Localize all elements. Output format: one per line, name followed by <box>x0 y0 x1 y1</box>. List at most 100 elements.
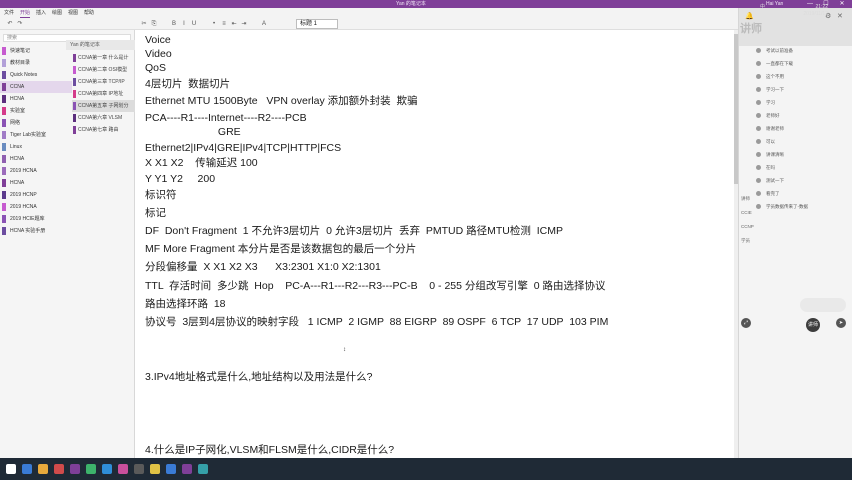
tab-file[interactable]: 文件 <box>4 10 14 17</box>
taskbar-app-icon[interactable] <box>118 464 128 474</box>
avatar[interactable]: 讲师 <box>806 318 820 332</box>
note-line[interactable]: Voice <box>145 34 171 47</box>
notebook-color-icon <box>2 59 6 67</box>
section-item[interactable]: CCNA第二章 OSI模型 <box>72 64 135 76</box>
note-line[interactable]: 4层切片 数据切片 <box>145 78 230 91</box>
bold-button[interactable]: B <box>170 21 178 28</box>
style-select[interactable]: 标题 1 <box>296 19 338 29</box>
notebook-item[interactable]: HCNA 实验手册 <box>0 225 72 237</box>
undo-icon[interactable]: ↶ <box>6 21 14 28</box>
notebook-item[interactable]: 快速笔记 <box>0 45 72 57</box>
taskbar-app-icon[interactable] <box>102 464 112 474</box>
notebook-item[interactable]: Quick Notes <box>0 69 72 81</box>
notebook-item[interactable]: 实验室 <box>0 105 72 117</box>
chat-side-label[interactable]: CCIE <box>741 210 755 216</box>
notebook-item[interactable]: 教材目录 <box>0 57 72 69</box>
note-line[interactable]: 标记 <box>145 207 166 220</box>
note-line[interactable]: 路由选择环路 18 <box>145 298 226 311</box>
taskbar-app-icon[interactable] <box>70 464 80 474</box>
chat-side-label[interactable]: 讲师 <box>741 196 755 202</box>
notebook-item[interactable]: 2019 HCNP <box>0 189 72 201</box>
chat-side-label[interactable]: CCNP <box>741 224 755 230</box>
chat-avatar-icon <box>756 87 761 92</box>
input-language[interactable]: 中 <box>760 4 765 11</box>
note-line[interactable]: QoS <box>145 62 166 75</box>
notebook-item[interactable]: 2019 HCNA <box>0 201 72 213</box>
taskbar-app-icon[interactable] <box>166 464 176 474</box>
bell-icon[interactable]: 🔔 <box>745 12 754 20</box>
note-line[interactable]: Ethernet2|IPv4|GRE|IPv4|TCP|HTTP|FCS <box>145 142 341 155</box>
section-item[interactable]: CCNA第三章 TCP/IP <box>72 76 135 88</box>
taskbar-app-icon[interactable] <box>150 464 160 474</box>
note-line[interactable]: 协议号 3层到4层协议的映射字段 1 ICMP 2 IGMP 88 EIGRP … <box>145 316 608 329</box>
section-color-icon <box>73 90 76 98</box>
note-line[interactable]: GRE <box>145 126 241 139</box>
tab-draw[interactable]: 绘图 <box>52 10 62 17</box>
taskbar-app-icon[interactable] <box>54 464 64 474</box>
note-line[interactable]: 标识符 <box>145 189 177 202</box>
cut-icon[interactable]: ✂ <box>140 21 148 28</box>
taskbar-app-icon[interactable] <box>38 464 48 474</box>
notebook-item[interactable]: HCNA <box>0 177 72 189</box>
notebook-item[interactable]: CCNA <box>0 81 72 93</box>
note-line[interactable]: MF More Fragment 本分片是否是该数据包的最后一个分片 <box>145 243 416 256</box>
chat-message: 测试一下 <box>766 178 784 183</box>
close-panel-icon[interactable]: ✕ <box>837 12 843 20</box>
chat-avatar-icon <box>756 204 761 209</box>
tab-view[interactable]: 视图 <box>68 10 78 17</box>
note-line[interactable]: TTL 存活时间 多少跳 Hop PC-A---R1---R2---R3---P… <box>145 280 605 293</box>
align-icon[interactable]: ≡ <box>220 21 228 28</box>
notebook-item[interactable]: 网络 <box>0 117 72 129</box>
section-item[interactable]: CCNA第六章 VLSM <box>72 112 135 124</box>
notebook-label: 2019 HCNA <box>10 168 37 174</box>
redo-icon[interactable]: ↷ <box>16 21 24 28</box>
tab-insert[interactable]: 插入 <box>36 10 46 17</box>
chat-message: 谢谢老师 <box>766 126 784 131</box>
notebook-item[interactable]: HCNA <box>0 153 72 165</box>
taskbar-app-icon[interactable] <box>86 464 96 474</box>
taskbar-app-icon[interactable] <box>198 464 208 474</box>
section-item[interactable]: CCNA第七章 路由 <box>72 124 135 136</box>
bullets-icon[interactable]: • <box>210 21 218 28</box>
user-name[interactable]: Hai Yan <box>766 0 783 8</box>
taskbar-app-icon[interactable] <box>22 464 32 474</box>
font-color-icon[interactable]: A <box>260 21 268 28</box>
tab-help[interactable]: 帮助 <box>84 10 94 17</box>
outdent-icon[interactable]: ⇤ <box>230 21 238 28</box>
section-item[interactable]: CCNA第一章 什么是计 <box>72 52 135 64</box>
underline-button[interactable]: U <box>190 21 198 28</box>
copy-icon[interactable]: ⎘ <box>150 21 158 28</box>
note-line[interactable]: DF Don't Fragment 1 不允许3层切片 0 允许3层切片 丢弃 … <box>145 225 563 238</box>
start-icon[interactable] <box>6 464 16 474</box>
section-item[interactable]: CCNA第四章 IP地址 <box>72 88 135 100</box>
clock-time[interactable]: 21:22 <box>788 4 828 11</box>
indent-icon[interactable]: ⇥ <box>240 21 248 28</box>
note-line[interactable]: PCA----R1----Internet----R2----PCB <box>145 112 307 125</box>
notebook-label: 2019 HCIE题库 <box>10 216 45 222</box>
clock-date[interactable]: 2019/11/12 <box>788 11 828 18</box>
notebook-label: Quick Notes <box>10 72 38 78</box>
italic-button[interactable]: I <box>180 21 188 28</box>
note-line[interactable]: 4.什么是IP子网化,VLSM和FLSM是什么,CIDR是什么? <box>145 444 394 457</box>
close-button[interactable]: ✕ <box>836 0 848 8</box>
chat-message: 学习一下 <box>766 87 784 92</box>
note-line[interactable]: X X1 X2 传输延迟 100 <box>145 157 258 170</box>
notebook-item[interactable]: Tiger Lab实验室 <box>0 129 72 141</box>
note-line[interactable]: Y Y1 Y2 200 <box>145 173 215 186</box>
tab-home[interactable]: 开始 <box>20 10 31 18</box>
note-line[interactable]: 分段偏移量 X X1 X2 X3 X3:2301 X1:0 X2:1301 <box>145 261 381 274</box>
notebook-item[interactable]: 2019 HCNA <box>0 165 72 177</box>
expand-icon[interactable]: ⤢ <box>741 318 751 328</box>
note-line[interactable]: Video <box>145 48 172 61</box>
taskbar-app-icon[interactable] <box>134 464 144 474</box>
chat-side-label[interactable]: 学员 <box>741 238 755 244</box>
section-item[interactable]: CCNA第五章 子网划分 <box>72 100 135 112</box>
chat-input[interactable] <box>800 298 846 312</box>
notebook-item[interactable]: 2019 HCIE题库 <box>0 213 72 225</box>
taskbar-app-icon[interactable] <box>182 464 192 474</box>
notebook-item[interactable]: Linux <box>0 141 72 153</box>
note-line[interactable]: Ethernet MTU 1500Byte VPN overlay 添加额外封装… <box>145 95 418 108</box>
note-line[interactable]: 3.IPv4地址格式是什么,地址结构以及用法是什么? <box>145 371 373 384</box>
notebook-item[interactable]: HCNA <box>0 93 72 105</box>
send-icon[interactable]: ➤ <box>836 318 846 328</box>
